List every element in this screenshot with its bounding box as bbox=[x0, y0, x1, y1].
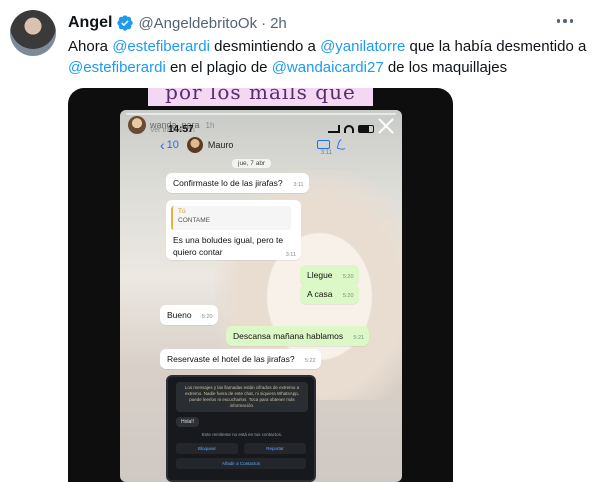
story-time: 1h bbox=[205, 120, 215, 130]
chevron-left-icon: ‹ bbox=[160, 137, 165, 153]
story-avatar bbox=[128, 116, 146, 134]
text-segment: de los maquillajes bbox=[383, 59, 508, 76]
message-bubble: Descansa mañana hablamos 5:21 bbox=[226, 326, 370, 346]
encryption-notice: Los mensajes y las llamadas están cifrad… bbox=[176, 382, 308, 412]
message-time: 5:20 bbox=[342, 274, 354, 280]
reply-message-bubble: Tú CONTAME Es una boludes igual, pero te… bbox=[166, 200, 301, 260]
quote-text: CONTAME bbox=[178, 217, 211, 224]
video-call-icon bbox=[317, 140, 330, 149]
tweet-time[interactable]: 2h bbox=[270, 15, 287, 32]
contact-name: Mauro bbox=[207, 140, 234, 150]
more-options-icon[interactable] bbox=[551, 10, 579, 32]
chat-header: ‹ 10 Mauro 3:11 bbox=[160, 134, 352, 156]
reply-text: Es una boludes igual, pero te quiero con… bbox=[173, 235, 284, 257]
text-segment: Ahora bbox=[68, 38, 113, 55]
message-bubble: Confirmaste lo de las jirafas? 3:11 bbox=[166, 173, 309, 193]
message-bubble: A casa 5:20 bbox=[300, 284, 359, 304]
message-text: Descansa mañana hablamos bbox=[233, 331, 344, 341]
message-time: 5:22 bbox=[304, 358, 316, 364]
battery-icon bbox=[358, 125, 374, 133]
tweet-text: Ahora @estefiberardi desmintiendo a @yan… bbox=[68, 36, 588, 78]
separator: · bbox=[261, 14, 267, 32]
report-button: Reportar bbox=[244, 443, 306, 454]
message-text: Bueno bbox=[167, 310, 192, 320]
back-count: 10 bbox=[166, 139, 179, 151]
message-text: Confirmaste lo de las jirafas? bbox=[173, 178, 283, 188]
story-progress-bar bbox=[126, 113, 396, 115]
signal-icon bbox=[328, 125, 340, 133]
block-button: Bloquear bbox=[176, 443, 238, 454]
add-contact-button: Añadir a Contactos bbox=[176, 458, 306, 469]
message-bubble: Reservaste el hotel de las jirafas? 5:22 bbox=[160, 349, 321, 369]
close-icon bbox=[376, 116, 396, 136]
mention-link[interactable]: @estefiberardi bbox=[112, 38, 210, 55]
message-time: 5:21 bbox=[353, 335, 365, 341]
contact-avatar bbox=[186, 137, 203, 153]
message-bubble: Llegue 5:20 bbox=[300, 265, 359, 285]
mention-link[interactable]: @yanilatorre bbox=[320, 38, 405, 55]
message-time: 3:11 bbox=[285, 252, 296, 258]
video-banner: por los mails que dijeron bbox=[148, 88, 373, 106]
phone-status-icons bbox=[328, 125, 374, 133]
author-handle[interactable]: @AngeldebritoOk bbox=[138, 15, 257, 32]
phone-call-icon bbox=[336, 136, 350, 152]
tweet-header: Angel @AngeldebritoOk · 2h bbox=[68, 12, 573, 34]
mention-link[interactable]: @wandaicardi27 bbox=[272, 59, 384, 76]
message-time: 3:11 bbox=[293, 182, 304, 188]
mention-link[interactable]: @estefiberardi bbox=[68, 59, 166, 76]
wifi-icon bbox=[344, 125, 354, 133]
message-time: 5:20 bbox=[201, 314, 213, 320]
header-time: 3:11 bbox=[320, 150, 332, 156]
author-avatar[interactable] bbox=[10, 10, 56, 56]
text-segment: que la había desmentido a bbox=[405, 38, 587, 55]
message-time: 5:20 bbox=[342, 293, 354, 299]
message-text: Reservaste el hotel de las jirafas? bbox=[167, 354, 295, 364]
banner-text: por los mails que dijeron bbox=[165, 88, 356, 106]
tweet-media-video[interactable]: por los mails que dijeron wanda_nara 1h … bbox=[68, 88, 453, 482]
text-segment: en el plagio de bbox=[165, 59, 272, 76]
unknown-contact-note: Este remitente no está en tus contactos. bbox=[201, 432, 283, 437]
message-bubble: Bueno 5:20 bbox=[160, 305, 218, 325]
back-button: ‹ 10 bbox=[160, 137, 179, 153]
message-text: A casa bbox=[307, 289, 333, 299]
author-name[interactable]: Angel bbox=[68, 14, 112, 32]
embedded-whatsapp-screenshot: Los mensajes y las llamadas están cifrad… bbox=[166, 375, 316, 482]
instagram-story: wanda_nara 1h Ver traducción 14:57 ‹ 10 … bbox=[120, 110, 402, 482]
date-chip: jue, 7 abr bbox=[232, 159, 272, 168]
text-segment: desmintiendo a bbox=[209, 38, 321, 55]
message-text: Llegue bbox=[307, 270, 333, 280]
quote-author: Tú bbox=[178, 208, 186, 215]
quoted-message: Tú CONTAME bbox=[171, 206, 291, 230]
embedded-message: Hola!! bbox=[176, 417, 200, 427]
verified-badge-icon[interactable] bbox=[116, 14, 134, 32]
